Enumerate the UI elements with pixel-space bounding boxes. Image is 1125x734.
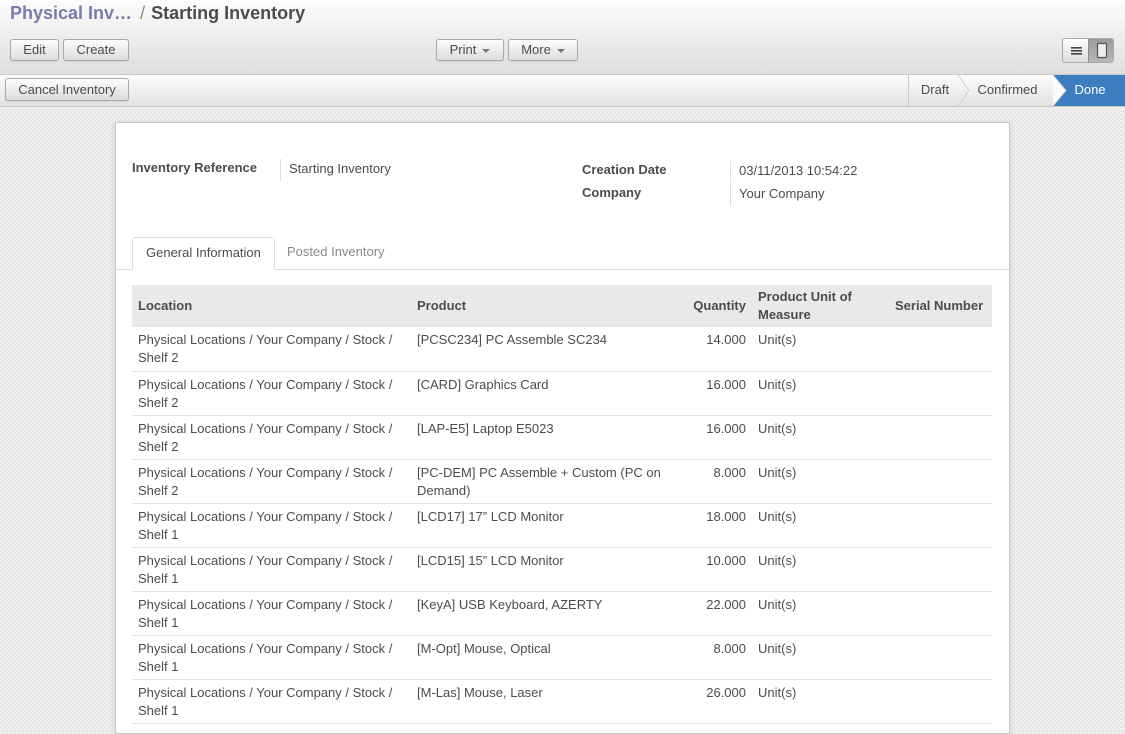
cell-uom: Unit(s) — [752, 371, 889, 416]
cell-serial — [889, 415, 992, 460]
inventory-reference-label: Inventory Reference — [132, 160, 257, 175]
view-switcher — [1062, 38, 1114, 63]
tab-general-information[interactable]: General Information — [132, 237, 275, 270]
table-row[interactable]: Physical Locations / Your Company / Stoc… — [132, 371, 992, 416]
cell-serial — [889, 371, 992, 416]
breadcrumb: Physical Inv… / Starting Inventory — [10, 3, 305, 24]
cell-serial — [889, 635, 992, 680]
cell-quantity: 10.000 — [678, 547, 752, 592]
cell-location: Physical Locations / Your Company / Stoc… — [132, 591, 411, 636]
status-step-draft[interactable]: Draft — [909, 75, 961, 106]
cell-serial — [889, 503, 992, 548]
cell-quantity: 16.000 — [678, 371, 752, 416]
table-body: Physical Locations / Your Company / Stoc… — [132, 327, 992, 724]
table-row[interactable]: Physical Locations / Your Company / Stoc… — [132, 547, 992, 592]
cell-uom: Unit(s) — [752, 591, 889, 636]
cell-product: [CARD] Graphics Card — [411, 371, 678, 416]
caret-down-icon — [482, 48, 491, 53]
table-row[interactable]: Physical Locations / Your Company / Stoc… — [132, 415, 992, 460]
cell-uom: Unit(s) — [752, 459, 889, 504]
inventory-lines-table: Location Product Quantity Product Unit o… — [132, 285, 992, 724]
table-row[interactable]: Physical Locations / Your Company / Stoc… — [132, 591, 992, 636]
cell-location: Physical Locations / Your Company / Stoc… — [132, 327, 411, 372]
company-label: Company — [582, 185, 642, 200]
cell-product: [LCD15] 15” LCD Monitor — [411, 547, 678, 592]
tab-posted-inventory[interactable]: Posted Inventory — [274, 237, 398, 268]
list-view-icon — [1071, 47, 1082, 55]
column-header-location[interactable]: Location — [132, 285, 411, 327]
creation-date-label: Creation Date — [582, 162, 667, 177]
table-row[interactable]: Physical Locations / Your Company / Stoc… — [132, 327, 992, 372]
print-label: Print — [449, 42, 477, 57]
cell-serial — [889, 327, 992, 372]
cell-quantity: 26.000 — [678, 679, 752, 724]
column-header-uom[interactable]: Product Unit of Measure — [752, 285, 889, 327]
table-row[interactable]: Physical Locations / Your Company / Stoc… — [132, 679, 992, 724]
breadcrumb-separator: / — [140, 3, 146, 23]
cancel-inventory-button[interactable]: Cancel Inventory — [5, 78, 129, 101]
cell-uom: Unit(s) — [752, 503, 889, 548]
cell-product: [LAP-E5] Laptop E5023 — [411, 415, 678, 460]
status-steps: Draft Confirmed Done — [908, 75, 1125, 106]
more-dropdown-button[interactable]: More — [508, 39, 578, 61]
cell-quantity: 16.000 — [678, 415, 752, 460]
cell-uom: Unit(s) — [752, 415, 889, 460]
cell-location: Physical Locations / Your Company / Stoc… — [132, 547, 411, 592]
cell-uom: Unit(s) — [752, 679, 889, 724]
status-bar: Cancel Inventory Draft Confirmed Done — [0, 75, 1125, 107]
page-title: Starting Inventory — [151, 3, 306, 23]
cell-location: Physical Locations / Your Company / Stoc… — [132, 635, 411, 680]
cell-quantity: 22.000 — [678, 591, 752, 636]
table-row[interactable]: Physical Locations / Your Company / Stoc… — [132, 459, 992, 504]
table-row[interactable]: Physical Locations / Your Company / Stoc… — [132, 503, 992, 548]
form-view-icon — [1096, 42, 1108, 59]
cell-product: [M-Opt] Mouse, Optical — [411, 635, 678, 680]
form-view-button[interactable] — [1088, 39, 1113, 62]
form-sheet: Inventory Reference Starting Inventory C… — [115, 122, 1010, 734]
cell-product: [M-Las] Mouse, Laser — [411, 679, 678, 724]
column-header-quantity[interactable]: Quantity — [678, 285, 752, 327]
inventory-reference-value: Starting Inventory — [280, 159, 391, 181]
cell-product: [PC-DEM] PC Assemble + Custom (PC on Dem… — [411, 459, 678, 504]
cell-quantity: 8.000 — [678, 459, 752, 504]
cell-product: [LCD17] 17” LCD Monitor — [411, 503, 678, 548]
notebook-tabs: General Information Posted Inventory — [116, 237, 1009, 270]
cell-uom: Unit(s) — [752, 327, 889, 372]
status-step-confirmed[interactable]: Confirmed — [961, 75, 1054, 106]
cell-location: Physical Locations / Your Company / Stoc… — [132, 459, 411, 504]
cell-product: [PCSC234] PC Assemble SC234 — [411, 327, 678, 372]
more-label: More — [521, 42, 551, 57]
creation-date-value: 03/11/2013 10:54:22 — [730, 161, 857, 183]
cell-serial — [889, 547, 992, 592]
caret-down-icon — [556, 48, 565, 53]
create-button[interactable]: Create — [63, 39, 129, 61]
cell-quantity: 18.000 — [678, 503, 752, 548]
cell-serial — [889, 679, 992, 724]
step-arrow-icon — [1053, 75, 1067, 106]
edit-button[interactable]: Edit — [10, 39, 59, 61]
top-bar: Physical Inv… / Starting Inventory Edit Cr… — [0, 0, 1125, 75]
print-dropdown-button[interactable]: Print — [436, 39, 504, 61]
breadcrumb-parent-link[interactable]: Physical Inv… — [10, 3, 132, 23]
cell-location: Physical Locations / Your Company / Stoc… — [132, 415, 411, 460]
column-header-product[interactable]: Product — [411, 285, 678, 327]
cell-uom: Unit(s) — [752, 635, 889, 680]
column-header-serial-number[interactable]: Serial Number — [889, 285, 992, 327]
cell-product: [KeyA] USB Keyboard, AZERTY — [411, 591, 678, 636]
cell-location: Physical Locations / Your Company / Stoc… — [132, 679, 411, 724]
cell-location: Physical Locations / Your Company / Stoc… — [132, 503, 411, 548]
list-view-button[interactable] — [1063, 39, 1089, 62]
cell-quantity: 14.000 — [678, 327, 752, 372]
cell-quantity: 8.000 — [678, 635, 752, 680]
table-header-row: Location Product Quantity Product Unit o… — [132, 285, 992, 327]
cell-location: Physical Locations / Your Company / Stoc… — [132, 371, 411, 416]
cell-serial — [889, 459, 992, 504]
cell-serial — [889, 591, 992, 636]
table-row[interactable]: Physical Locations / Your Company / Stoc… — [132, 635, 992, 680]
cell-uom: Unit(s) — [752, 547, 889, 592]
company-value: Your Company — [730, 184, 825, 206]
